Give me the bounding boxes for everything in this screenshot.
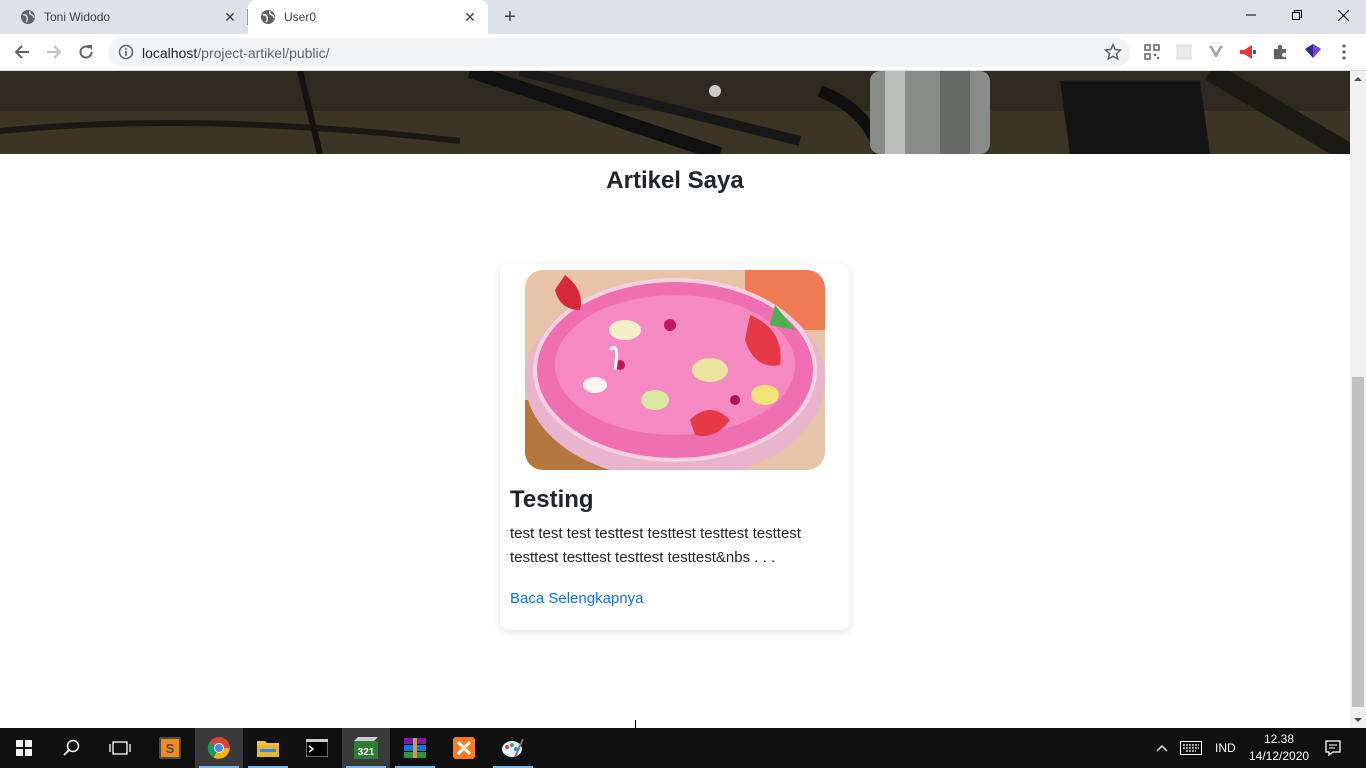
article-excerpt: test test test testtest testtest testtes… <box>510 525 801 566</box>
xampp-icon[interactable] <box>440 728 488 768</box>
close-tab-icon[interactable]: ✕ <box>462 9 478 25</box>
new-tab-icon[interactable]: + <box>498 5 522 29</box>
back-arrow-icon[interactable] <box>10 40 34 64</box>
svg-text:321: 321 <box>358 747 375 758</box>
read-more-link[interactable]: Baca Selengkapnya <box>510 590 643 607</box>
article-image <box>525 270 825 470</box>
close-window-icon[interactable] <box>1320 0 1366 30</box>
file-explorer-icon[interactable] <box>244 728 292 768</box>
task-view-icon[interactable] <box>96 728 144 768</box>
reload-icon[interactable] <box>74 40 98 64</box>
page-title: Artikel Saya <box>606 167 744 194</box>
clock-date[interactable]: 14/12/2020 <box>1249 749 1309 763</box>
windows-taskbar: S 321 IND 12.38 14/12/2020 <box>0 728 1366 768</box>
close-tab-icon[interactable]: ✕ <box>222 9 238 25</box>
notification-center-icon[interactable] <box>1318 728 1348 768</box>
hero-banner-image <box>0 71 1350 154</box>
menu-kebab-icon[interactable] <box>1334 42 1354 62</box>
clock-time[interactable]: 12.38 <box>1264 732 1294 746</box>
page-viewport: Artikel Saya Testing test test test test… <box>0 71 1350 728</box>
extension-square-icon[interactable] <box>1174 42 1194 62</box>
media-player-classic-icon[interactable]: 321 <box>342 728 390 768</box>
bookmark-star-icon[interactable] <box>1104 43 1122 61</box>
sublime-text-icon[interactable]: S <box>146 728 194 768</box>
touch-keyboard-icon[interactable] <box>1176 728 1206 768</box>
restore-window-icon[interactable] <box>1274 0 1320 30</box>
scroll-up-arrow-icon[interactable] <box>1354 75 1362 83</box>
minimize-window-icon[interactable] <box>1228 0 1274 30</box>
page-scrollbar[interactable] <box>1350 71 1366 728</box>
show-hidden-icons-chevron-icon[interactable] <box>1150 728 1174 768</box>
input-language-indicator[interactable]: IND <box>1215 741 1236 755</box>
article-card: Testing test test test testtest testtest… <box>500 264 850 630</box>
browser-tab-user0[interactable]: User0 ✕ <box>248 0 488 34</box>
paint-icon[interactable] <box>489 728 537 768</box>
profile-avatar[interactable] <box>1302 42 1324 62</box>
info-icon[interactable] <box>118 44 134 60</box>
vue-devtools-icon[interactable] <box>1206 42 1226 62</box>
windows-start-icon[interactable] <box>0 728 48 768</box>
tab-title: User0 <box>284 10 317 24</box>
search-icon[interactable] <box>48 728 96 768</box>
winrar-icon[interactable] <box>391 728 439 768</box>
text-cursor <box>635 720 636 728</box>
globe-icon <box>21 10 35 24</box>
globe-icon <box>261 10 275 24</box>
svg-text:S: S <box>166 741 175 756</box>
address-bar[interactable]: localhost/project-artikel/public/ <box>108 38 1130 67</box>
forward-arrow-icon[interactable] <box>42 40 66 64</box>
puzzle-extensions-icon[interactable] <box>1270 42 1290 62</box>
url-text: localhost/project-artikel/public/ <box>142 45 330 61</box>
chrome-taskbar-icon[interactable] <box>195 728 243 768</box>
tab-title: Toni Widodo <box>44 10 111 24</box>
scrollbar-thumb[interactable] <box>1352 377 1364 707</box>
megaphone-icon[interactable] <box>1238 42 1258 62</box>
browser-tab-strip: Toni Widodo ✕ User0 ✕ + <box>0 0 1366 34</box>
terminal-icon[interactable] <box>293 728 341 768</box>
scroll-down-arrow-icon[interactable] <box>1354 716 1362 724</box>
qr-code-icon[interactable] <box>1142 42 1162 62</box>
browser-tab-toni-widodo[interactable]: Toni Widodo ✕ <box>0 0 248 34</box>
browser-toolbar: localhost/project-artikel/public/ <box>0 34 1366 71</box>
article-title: Testing <box>510 486 594 513</box>
